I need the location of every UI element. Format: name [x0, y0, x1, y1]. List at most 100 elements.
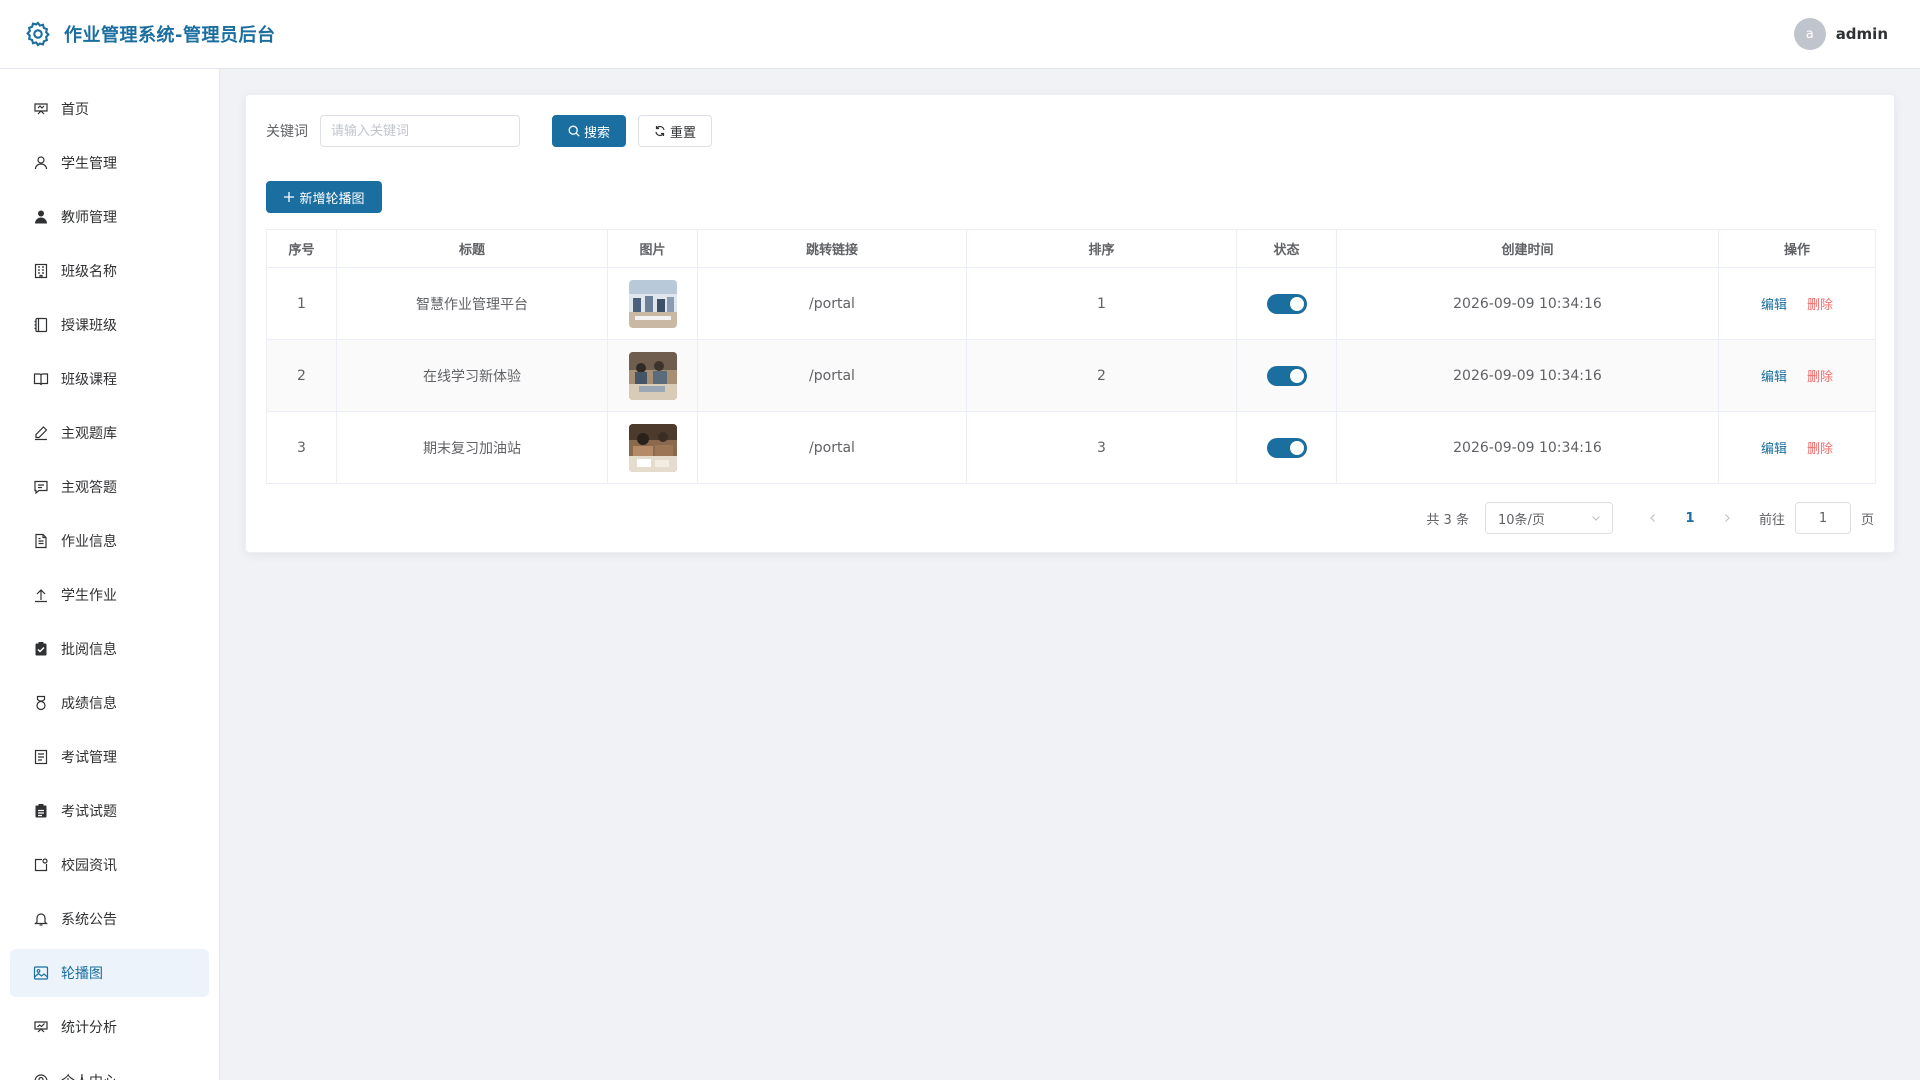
cell-index: 1 [266, 267, 337, 340]
sidebar-item-label: 系统公告 [61, 912, 117, 928]
sidebar-item-class-names[interactable]: 班级名称 [10, 247, 209, 295]
sidebar-item-campus-news[interactable]: 校园资讯 [10, 841, 209, 889]
table-row: 1 智慧作业管理平台 /portal 1 2026-09-09 10:34:16… [266, 267, 1876, 340]
sidebar-item-label: 首页 [61, 102, 89, 118]
sidebar-item-teaching-classes[interactable]: 授课班级 [10, 301, 209, 349]
column-header: 排序 [966, 229, 1237, 268]
sidebar-item-label: 批阅信息 [61, 642, 117, 658]
column-header: 标题 [336, 229, 608, 268]
reset-button-label: 重置 [669, 125, 696, 141]
column-header: 状态 [1236, 229, 1337, 268]
delete-link[interactable]: 删除 [1807, 442, 1833, 457]
sidebar-item-label: 统计分析 [61, 1020, 117, 1036]
carousel-thumbnail[interactable] [628, 423, 677, 472]
sidebar-item-subjective-answers[interactable]: 主观答题 [10, 463, 209, 511]
status-toggle[interactable] [1266, 293, 1307, 314]
edit-link[interactable]: 编辑 [1761, 442, 1787, 457]
sidebar-item-label: 考试管理 [61, 750, 117, 766]
table-row: 3 期末复习加油站 /portal 3 2026-09-09 10:34:16 … [266, 411, 1876, 484]
cell-status [1236, 267, 1337, 340]
picture-icon [33, 966, 49, 980]
cell-actions: 编辑 删除 [1718, 411, 1876, 484]
brand: 作业管理系统-管理员后台 [24, 20, 275, 48]
list-clipboard-icon [35, 804, 47, 818]
sidebar-item-label: 个人中心 [61, 1071, 117, 1080]
cell-title: 在线学习新体验 [336, 339, 608, 412]
search-bar: 关键词 搜索 重置 [266, 115, 712, 147]
page-number[interactable]: 1 [1675, 504, 1705, 532]
goto-label: 前往 [1758, 512, 1785, 528]
add-button-label: 新增轮播图 [299, 191, 365, 207]
sidebar-item-label: 授课班级 [61, 318, 117, 334]
avatar[interactable]: a [1793, 18, 1826, 50]
chat-icon [34, 480, 48, 495]
sidebar-item-subjective-bank[interactable]: 主观题库 [10, 409, 209, 457]
top-header: 作业管理系统-管理员后台 a admin [0, 0, 1920, 69]
sidebar-item-label: 成绩信息 [61, 696, 117, 712]
document-icon [35, 533, 47, 549]
cell-actions: 编辑 删除 [1718, 267, 1876, 340]
sidebar-item-label: 作业信息 [61, 534, 117, 550]
next-page-button[interactable] [1715, 504, 1739, 532]
sidebar-item-statistics[interactable]: 统计分析 [10, 1003, 209, 1051]
sidebar-item-exam-management[interactable]: 考试管理 [10, 733, 209, 781]
cell-actions: 编辑 删除 [1718, 339, 1876, 412]
sidebar-item-homework-info[interactable]: 作业信息 [10, 517, 209, 565]
column-header: 操作 [1718, 229, 1876, 268]
book-icon [33, 373, 49, 386]
column-header: 序号 [266, 229, 337, 268]
edit-pen-icon [35, 426, 48, 441]
toggle-knob [1289, 368, 1304, 383]
page-size-select[interactable]: 10条/页 [1484, 502, 1613, 534]
prev-page-button[interactable] [1641, 504, 1665, 532]
notebook-icon [34, 317, 48, 333]
keyword-input[interactable] [320, 115, 520, 147]
cell-index: 3 [266, 411, 337, 484]
delete-link[interactable]: 删除 [1807, 370, 1833, 385]
sidebar-item-home[interactable]: 首页 [10, 85, 209, 133]
building-icon [34, 263, 48, 279]
sidebar-item-class-courses[interactable]: 班级课程 [10, 355, 209, 403]
toggle-knob [1289, 440, 1304, 455]
user-menu[interactable]: a admin [1793, 18, 1888, 50]
toggle-knob [1289, 296, 1304, 311]
status-toggle[interactable] [1266, 437, 1307, 458]
add-carousel-button[interactable]: 新增轮播图 [266, 181, 382, 213]
sidebar-item-teachers[interactable]: 教师管理 [10, 193, 209, 241]
carousel-thumbnail[interactable] [628, 351, 677, 400]
checked-clipboard-icon [35, 642, 47, 656]
column-header: 创建时间 [1336, 229, 1719, 268]
goto-suffix: 页 [1860, 512, 1874, 528]
refresh-icon [655, 125, 665, 137]
search-button[interactable]: 搜索 [552, 115, 626, 147]
sidebar-item-review-info[interactable]: 批阅信息 [10, 625, 209, 673]
pagination: 共 3 条 10条/页 1 前往 页 [1426, 502, 1874, 534]
tickets-icon [34, 749, 48, 765]
carousel-thumbnail[interactable] [628, 279, 677, 328]
sidebar-item-profile[interactable]: 个人中心 [10, 1057, 209, 1080]
column-header: 跳转链接 [697, 229, 967, 268]
delete-link[interactable]: 删除 [1807, 298, 1833, 313]
reset-button[interactable]: 重置 [638, 115, 712, 147]
sidebar-item-student-homework[interactable]: 学生作业 [10, 571, 209, 619]
cell-link: /portal [697, 411, 967, 484]
sidebar-item-announcements[interactable]: 系统公告 [10, 895, 209, 943]
goto-page-input[interactable] [1794, 502, 1851, 534]
sidebar-item-students[interactable]: 学生管理 [10, 139, 209, 187]
cell-sort: 3 [966, 411, 1237, 484]
sidebar-item-grades[interactable]: 成绩信息 [10, 679, 209, 727]
bell-icon [34, 913, 48, 926]
sidebar-item-label: 班级名称 [61, 264, 117, 280]
cell-sort: 1 [966, 267, 1237, 340]
username[interactable]: admin [1836, 25, 1888, 43]
edit-link[interactable]: 编辑 [1761, 298, 1787, 313]
sidebar-item-exam-questions[interactable]: 考试试题 [10, 787, 209, 835]
edit-link[interactable]: 编辑 [1761, 370, 1787, 385]
keyword-label: 关键词 [266, 124, 308, 140]
cell-title: 智慧作业管理平台 [336, 267, 608, 340]
status-toggle[interactable] [1266, 365, 1307, 386]
cell-image [607, 411, 698, 484]
cell-link: /portal [697, 267, 967, 340]
cell-created: 2026-09-09 10:34:16 [1336, 339, 1719, 412]
sidebar-item-carousel[interactable]: 轮播图 [10, 949, 209, 997]
